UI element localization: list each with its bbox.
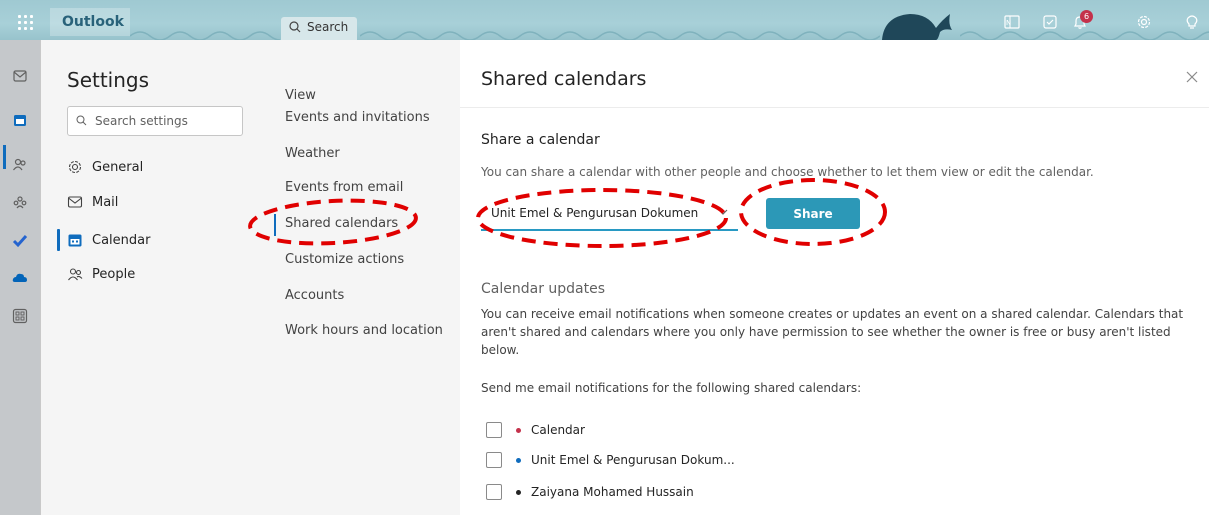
calendar-nav-events-from-email[interactable]: Events from email [285,180,403,195]
rail-groups-button[interactable] [10,192,30,212]
lightbulb-icon [1186,15,1198,29]
app-name: Outlook [62,14,124,30]
onenote-icon: N [1004,15,1020,29]
shared-calendar-row: Zaiyana Mohamed Hussain [486,482,694,502]
settings-nav-mail[interactable]: Mail [67,191,118,213]
app-rail [0,40,40,515]
tips-button[interactable] [1182,12,1202,32]
settings-button[interactable] [1134,12,1154,32]
shared-calendars-panel: Shared calendars Share a calendar You ca… [460,40,1209,515]
settings-nav-label: General [92,159,144,175]
rail-todo-button[interactable] [10,230,30,250]
app-launcher-button[interactable] [0,8,50,36]
people-icon [68,268,83,281]
search-placeholder: Search [307,20,349,34]
calendar-settings-nav: View Events and invitations Weather Even… [263,40,460,515]
calendar-name: Unit Emel & Pengurusan Dokum... [531,453,735,467]
groups-icon [13,196,27,209]
settings-nav-general[interactable]: General [67,156,143,178]
page-title: Shared calendars [481,68,647,90]
calendar-nav-customize-actions[interactable]: Customize actions [285,252,404,267]
onenote-button[interactable]: N [1002,12,1022,32]
calendar-checkbox[interactable] [486,452,502,468]
calendar-nav-view[interactable]: View [285,88,316,103]
rail-people-button[interactable] [10,154,30,174]
chevron-down-icon [718,209,728,215]
outlook-brand[interactable]: Outlook [50,8,130,36]
calendar-select-value: Unit Emel & Pengurusan Dokumen [491,206,699,220]
mail-icon [13,70,27,82]
calendar-nav-active-indicator [274,214,276,236]
settings-nav-label: People [92,266,136,282]
mail-icon [67,196,83,208]
gear-icon [68,160,82,174]
calendar-color-dot [516,457,521,463]
settings-nav-calendar[interactable]: Calendar [67,229,150,251]
calendar-updates-heading: Calendar updates [481,281,606,297]
apps-icon [12,308,28,324]
shared-calendar-row: Calendar [486,420,585,440]
calendar-nav-weather[interactable]: Weather [285,146,340,161]
checkmark-icon [12,235,28,248]
settings-nav-label: Calendar [92,232,151,248]
calendar-nav-accounts[interactable]: Accounts [285,288,344,303]
rail-more-apps-button[interactable] [10,306,30,326]
close-icon [1186,71,1198,83]
calendar-icon [14,115,26,126]
settings-nav-active-indicator [57,229,60,251]
search-icon [76,115,87,126]
whale-decoration [882,14,952,40]
top-bar: Outlook Search N 6 [0,0,1209,40]
calendar-name: Calendar [531,423,585,437]
waffle-icon [17,14,33,30]
calendar-nav-work-hours[interactable]: Work hours and location [285,323,443,338]
search-settings-placeholder: Search settings [95,114,188,128]
notification-label: Send me email notifications for the foll… [481,381,862,395]
calendar-color-dot [516,427,521,433]
svg-text:N: N [1006,19,1011,27]
share-button[interactable]: Share [766,198,860,229]
settings-nav: Settings Search settings General Mail Ca… [41,40,263,515]
search-box[interactable]: Search [281,17,357,40]
calendar-nav-events-invitations[interactable]: Events and invitations [285,110,430,125]
header-divider [460,107,1209,108]
calendar-icon [68,234,82,247]
cloud-icon [12,273,27,282]
rail-onedrive-button[interactable] [10,268,30,288]
share-calendar-heading: Share a calendar [481,132,600,148]
calendar-name: Zaiyana Mohamed Hussain [531,485,694,499]
my-day-button[interactable] [1040,12,1060,32]
notification-badge: 6 [1080,10,1093,23]
calendar-updates-description: You can receive email notifications when… [481,307,1184,357]
my-day-icon [1043,15,1057,29]
close-button[interactable] [1183,68,1201,86]
search-settings-input[interactable]: Search settings [67,106,243,136]
gear-icon [1137,15,1151,29]
wave-decoration [130,31,280,40]
share-calendar-description: You can share a calendar with other peop… [481,165,1094,179]
calendar-nav-shared-calendars[interactable]: Shared calendars [285,216,398,231]
calendar-checkbox[interactable] [486,422,502,438]
calendar-select-dropdown[interactable]: Unit Emel & Pengurusan Dokumen [481,199,738,231]
rail-active-indicator [3,145,6,169]
wave-decoration [360,31,880,40]
shared-calendar-row: Unit Emel & Pengurusan Dokum... [486,450,735,470]
people-icon [13,158,26,171]
rail-mail-button[interactable] [10,66,30,86]
settings-title: Settings [67,68,150,92]
calendar-color-dot [516,489,521,495]
settings-nav-people[interactable]: People [67,263,135,285]
search-icon [289,21,301,33]
calendar-checkbox[interactable] [486,484,502,500]
rail-calendar-button[interactable] [10,110,30,130]
settings-nav-label: Mail [92,194,119,210]
